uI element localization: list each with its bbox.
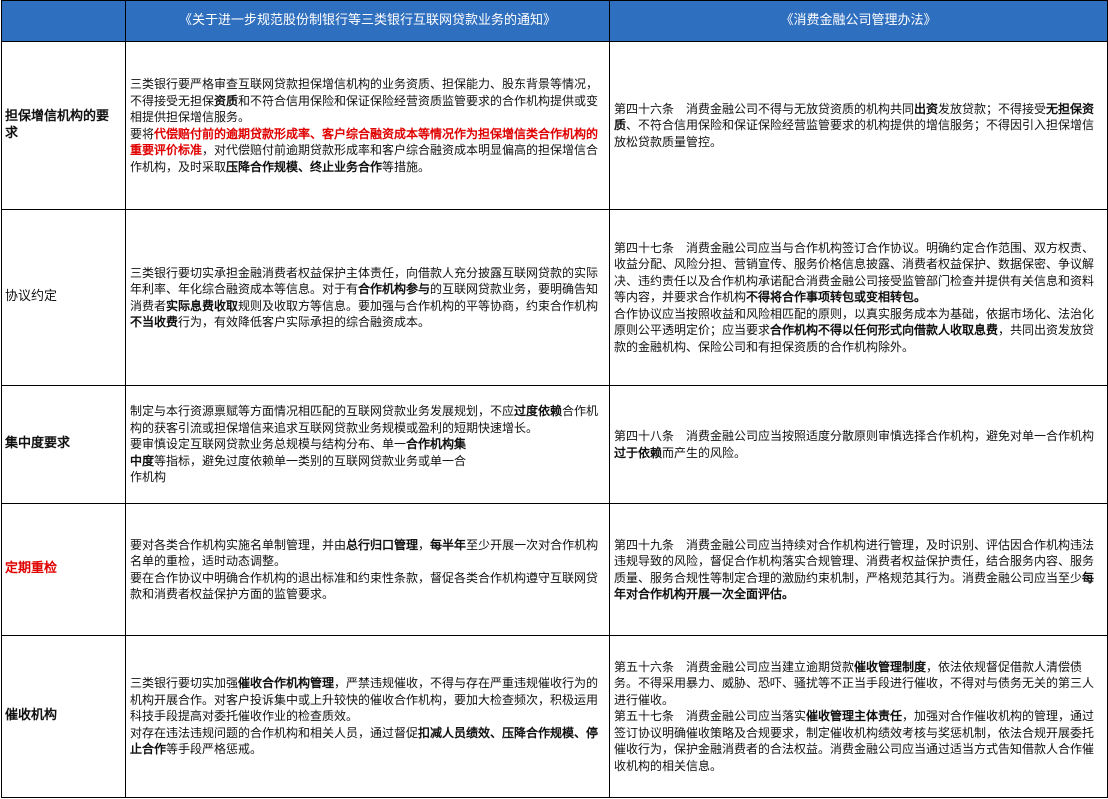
bold-text: 合作机构参与 <box>358 282 431 296</box>
body-text: 制定与本行资源禀赋等方面情况相匹配的互联网贷款业务发展规划，不应 <box>130 404 515 419</box>
body-text: 而产生的风险。 <box>662 445 747 460</box>
bank-cell: 三类银行要切实承担金融消费者权益保护主体责任，向借款人充分披露互联网贷款的实际年… <box>125 209 610 386</box>
bold-text: 每半年 <box>430 537 467 552</box>
row-label: 集中度要求 <box>1 385 126 504</box>
body-text: 对存在违法违规问题的合作机构和相关人员，通过督促 <box>130 725 419 740</box>
bold-text: 不得将合作事项转包或变相转包。 <box>746 290 927 305</box>
bank-cell: 三类银行要切实加强催收合作机构管理，严禁违规催收，不得与存在严重违规催收行为的机… <box>125 635 610 798</box>
cell-paragraph: 三类银行要严格审查互联网贷款担保增信机构的业务资质、担保能力、股东背景等情况，不… <box>130 76 605 126</box>
consumer-cell: 第四十七条 消费金融公司应当与合作机构签订合作协议。明确约定合作范围、双方权责、… <box>609 209 1108 386</box>
body-text: 等手段严格惩戒。 <box>166 742 263 757</box>
bank-cell: 三类银行要严格审查互联网贷款担保增信机构的业务资质、担保能力、股东背景等情况，不… <box>125 41 610 210</box>
header-cell-category <box>1 0 126 42</box>
header-row: 《关于进一步规范股份制银行等三类银行互联网贷款业务的通知》 《消费金融公司管理办… <box>1 0 1108 42</box>
row-label: 催收机构 <box>1 635 126 798</box>
body-text: 第四十六条 消费金融公司不得与无放贷资质的机构共同 <box>614 101 915 116</box>
cell-paragraph: 第四十八条 消费金融公司应当按照适度分散原则审慎选择合作机构，避免对单一合作机构… <box>614 428 1103 461</box>
cell-paragraph: 制定与本行资源禀赋等方面情况相匹配的互联网贷款业务发展规划，不应过度依赖合作机构… <box>130 403 605 436</box>
body-text: 等措施。 <box>382 159 431 174</box>
bold-text: 中度 <box>130 453 155 468</box>
header-cell-bank-notice: 《关于进一步规范股份制银行等三类银行互联网贷款业务的通知》 <box>125 0 610 42</box>
consumer-cell: 第四十六条 消费金融公司不得与无放贷资质的机构共同出资发放贷款；不得接受无担保资… <box>609 41 1108 210</box>
cell-paragraph: 第四十九条 消费金融公司应当持续对合作机构进行管理，及时识别、评估因合作机构违法… <box>614 537 1103 603</box>
body-text: 三类银行要切实加强 <box>130 676 239 691</box>
cell-paragraph: 合作协议应当按照收益和风险相匹配的原则，以真实服务成本为基础，依据市场化、法治化… <box>614 306 1103 356</box>
table-row: 集中度要求 制定与本行资源禀赋等方面情况相匹配的互联网贷款业务发展规划，不应过度… <box>1 385 1108 504</box>
body-text: 第五十七条 消费金融公司应当落实 <box>614 709 807 724</box>
row-label: 协议约定 <box>1 209 126 386</box>
body-text: 等指标，避免过度依赖单一类别的互联网贷款业务或单一合 <box>154 453 467 468</box>
bold-text: 催收合作机构管理 <box>238 676 335 691</box>
body-text: 发放贷款；不得接受 <box>938 101 1047 116</box>
comparison-table: 《关于进一步规范股份制银行等三类银行互联网贷款业务的通知》 《消费金融公司管理办… <box>1 0 1108 798</box>
table-row: 担保增信机构的要求 三类银行要严格审查互联网贷款担保增信机构的业务资质、担保能力… <box>1 41 1108 210</box>
bold-text: 资质 <box>214 93 239 108</box>
table-row: 催收机构 三类银行要切实加强催收合作机构管理，严禁违规催收，不得与存在严重违规催… <box>1 635 1108 798</box>
cell-paragraph: 要将代偿赔付前的逾期贷款形成率、客户综合融资成本等情况作为担保增信类合作机构的重… <box>130 126 605 176</box>
cell-paragraph: 要在合作协议中明确合作机构的退出标准和约束性条款，督促各类合作机构遵守互联网贷款… <box>130 570 605 603</box>
cell-paragraph: 第四十七条 消费金融公司应当与合作机构签订合作协议。明确约定合作范围、双方权责、… <box>614 240 1103 306</box>
consumer-cell: 第五十六条 消费金融公司应当建立逾期贷款催收管理制度，依法依规督促借款人清偿债务… <box>609 635 1108 798</box>
bank-cell: 制定与本行资源禀赋等方面情况相匹配的互联网贷款业务发展规划，不应过度依赖合作机构… <box>125 385 610 504</box>
body-text: 第四十九条 消费金融公司应当持续对合作机构进行管理，及时识别、评估因合作机构违法… <box>614 537 1095 585</box>
body-text: 第四十八条 消费金融公司应当按照适度分散原则审慎选择合作机构，避免对单一合作机构 <box>614 429 1095 443</box>
consumer-cell: 第四十九条 消费金融公司应当持续对合作机构进行管理，及时识别、评估因合作机构违法… <box>609 503 1108 636</box>
body-text: 第五十六条 消费金融公司应当建立逾期贷款 <box>614 659 855 674</box>
table-row: 定期重检 要对各类合作机构实施名单制管理，并由总行归口管理，每半年至少开展一次对… <box>1 503 1108 636</box>
body-text: 要将 <box>130 126 155 141</box>
body-text: 、不符合信用保险和保证保险经营监管要求的机构提供的增信服务；不得因引入担保增信放… <box>614 118 1095 149</box>
bold-text: 合作机构不得以任何形式向借款人收取息费 <box>770 323 999 338</box>
bold-text: 实际息费收取 <box>166 298 239 313</box>
bold-text: 合作机构集 <box>406 437 467 452</box>
row-label: 定期重检 <box>1 503 126 636</box>
body-text: 规则及收取方等信息。要加强与合作机构的平等协商，约束合作机构 <box>238 298 599 313</box>
bold-text: 出资 <box>914 101 939 116</box>
bold-text: 过于依赖 <box>614 445 663 460</box>
cell-paragraph: 第五十六条 消费金融公司应当建立逾期贷款催收管理制度，依法依规督促借款人清偿债务… <box>614 659 1103 709</box>
bold-text: 过度依赖 <box>514 404 563 419</box>
bold-text: 催收管理主体责任 <box>806 709 903 724</box>
cell-paragraph: 中度等指标，避免过度依赖单一类别的互联网贷款业务或单一合 <box>130 453 605 470</box>
cell-paragraph: 对存在违法违规问题的合作机构和相关人员，通过督促扣减人员绩效、压降合作规模、停止… <box>130 725 605 758</box>
cell-paragraph: 要对各类合作机构实施名单制管理，并由总行归口管理，每半年至少开展一次对合作机构名… <box>130 537 605 570</box>
body-text: 作机构 <box>130 470 167 485</box>
bold-text: 总行归口管理 <box>346 537 419 552</box>
bold-text: 不当收费 <box>130 315 179 329</box>
body-text: 要对各类合作机构实施名单制管理，并由 <box>130 537 347 552</box>
bank-cell: 要对各类合作机构实施名单制管理，并由总行归口管理，每半年至少开展一次对合作机构名… <box>125 503 610 636</box>
cell-paragraph: 第五十七条 消费金融公司应当落实催收管理主体责任，加强对合作催收机构的管理，通过… <box>614 708 1103 774</box>
body-text: 要审慎设定互联网贷款业务总规模与结构分布、单一 <box>130 437 407 452</box>
cell-paragraph: 第四十六条 消费金融公司不得与无放贷资质的机构共同出资发放贷款；不得接受无担保资… <box>614 101 1103 151</box>
cell-paragraph: 作机构 <box>130 469 605 486</box>
bold-text: 压降合作规模、终止业务合作 <box>226 159 383 174</box>
body-text: ， <box>418 537 431 552</box>
body-text: 要在合作协议中明确合作机构的退出标准和约束性条款，督促各类合作机构遵守互联网贷款… <box>130 570 599 602</box>
bold-text: 催收管理制度 <box>854 659 927 674</box>
header-cell-consumer-finance: 《消费金融公司管理办法》 <box>609 0 1108 42</box>
consumer-cell: 第四十八条 消费金融公司应当按照适度分散原则审慎选择合作机构，避免对单一合作机构… <box>609 385 1108 504</box>
cell-paragraph: 三类银行要切实承担金融消费者权益保护主体责任，向借款人充分披露互联网贷款的实际年… <box>130 265 605 331</box>
table-row: 协议约定 三类银行要切实承担金融消费者权益保护主体责任，向借款人充分披露互联网贷… <box>1 209 1108 386</box>
body-text: 行为，有效降低客户实际承担的综合融资成本。 <box>178 315 431 329</box>
cell-paragraph: 三类银行要切实加强催收合作机构管理，严禁违规催收，不得与存在严重违规催收行为的机… <box>130 675 605 725</box>
row-label: 担保增信机构的要求 <box>1 41 126 210</box>
cell-paragraph: 要审慎设定互联网贷款业务总规模与结构分布、单一合作机构集 <box>130 436 605 453</box>
